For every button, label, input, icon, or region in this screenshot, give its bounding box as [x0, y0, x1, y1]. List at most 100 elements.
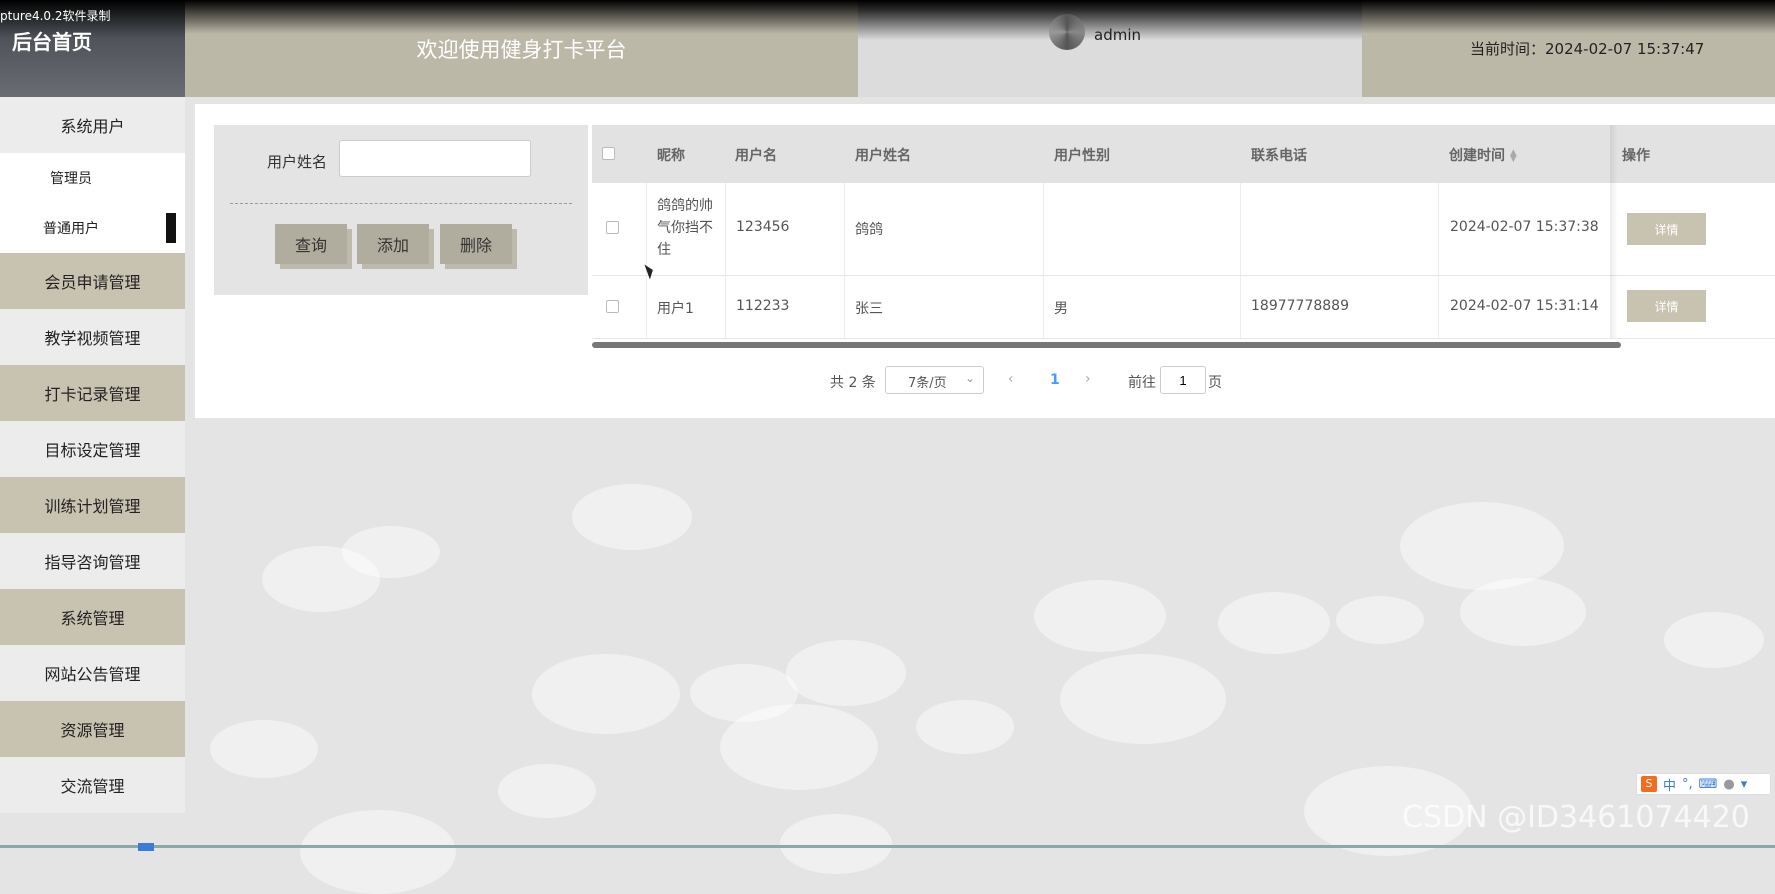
- punctuation-icon[interactable]: °,: [1682, 777, 1693, 792]
- sidebar-item-admin[interactable]: 管理员: [0, 153, 185, 203]
- sidebar-item-label: 交流管理: [60, 777, 125, 796]
- name-search-input[interactable]: [339, 140, 531, 177]
- cell-phone: 18977778889: [1251, 298, 1349, 314]
- column-divider: [1043, 183, 1044, 338]
- row-checkbox[interactable]: [606, 221, 619, 234]
- query-button[interactable]: 查询: [275, 224, 347, 264]
- brand-title[interactable]: 后台首页: [12, 26, 92, 55]
- select-all-checkbox[interactable]: [602, 147, 615, 160]
- ime-logo-icon: S: [1641, 776, 1657, 792]
- delete-button[interactable]: 删除: [440, 224, 512, 264]
- column-header: 用户姓名: [855, 148, 911, 164]
- sidebar-item-membership[interactable]: 会员申请管理: [0, 253, 185, 309]
- sidebar-item-consulting[interactable]: 指导咨询管理: [0, 533, 185, 589]
- sidebar-item-goals[interactable]: 目标设定管理: [0, 421, 185, 477]
- goto-page-input[interactable]: [1160, 366, 1206, 394]
- next-page-icon[interactable]: ›: [1085, 371, 1091, 387]
- goto-label: 前往: [1128, 375, 1156, 391]
- sidebar-item-announcements[interactable]: 网站公告管理: [0, 645, 185, 701]
- page-number[interactable]: 1: [1050, 372, 1060, 388]
- bottom-indicator: [138, 843, 154, 851]
- sidebar-item-label: 训练计划管理: [44, 497, 141, 516]
- welcome-text: 欢迎使用健身打卡平台: [416, 37, 627, 62]
- current-time: 当前时间：2024-02-07 15:37:47: [1470, 40, 1705, 58]
- column-divider: [1240, 183, 1241, 338]
- nickname-line: 鸽鸽的帅: [657, 198, 713, 214]
- row-checkbox[interactable]: [606, 300, 619, 313]
- avatar[interactable]: [1049, 14, 1085, 50]
- table-row: 用户1 112233 张三 男 18977778889 2024-02-07 1…: [592, 276, 1775, 339]
- page-suffix: 页: [1208, 375, 1222, 391]
- sidebar-item-system[interactable]: 系统管理: [0, 589, 185, 645]
- keyboard-icon[interactable]: ⌨: [1699, 777, 1718, 792]
- pagination: 共 2 条 7条/页 ⌄ ‹ 1 › 前往 页: [0, 366, 1775, 396]
- sidebar-item-resources[interactable]: 资源管理: [0, 701, 185, 757]
- sidebar-item-label: 会员申请管理: [44, 273, 141, 292]
- column-header: 用户性别: [1054, 148, 1110, 164]
- cell-gender: 男: [1054, 301, 1068, 317]
- user-area[interactable]: admin: [858, 0, 1362, 97]
- column-header: 操作: [1622, 148, 1650, 164]
- table-row: 鸽鸽的帅 气你挡不 住 123456 鸽鸽 2024-02-07 15:37:3…: [592, 183, 1775, 276]
- user-table: 昵称 用户名 用户姓名 用户性别 联系电话 创建时间 ▲ ▼ 操作 鸽鸽的帅 气你…: [592, 125, 1775, 350]
- sidebar-item-label: 资源管理: [60, 721, 125, 740]
- ime-chinese-mode[interactable]: 中: [1663, 775, 1676, 794]
- cell-realname: 鸽鸽: [855, 222, 883, 238]
- fixed-column-shadow: [1610, 125, 1618, 338]
- page-size-value: 7条/页: [908, 376, 947, 391]
- horizontal-scrollbar[interactable]: [592, 342, 1621, 348]
- column-header: 联系电话: [1251, 148, 1307, 164]
- sidebar-item-label: 指导咨询管理: [44, 553, 141, 572]
- csdn-watermark: CSDN @ID3461074420: [1402, 800, 1750, 835]
- search-label: 用户姓名: [267, 153, 328, 171]
- column-header-label: 创建时间: [1449, 148, 1505, 164]
- table-header: 昵称 用户名 用户姓名 用户性别 联系电话 创建时间 ▲ ▼ 操作: [592, 125, 1775, 183]
- cell-created: 2024-02-07 15:37:38: [1450, 219, 1599, 235]
- sidebar-item-training-plans[interactable]: 训练计划管理: [0, 477, 185, 533]
- cell-created: 2024-02-07 15:31:14: [1450, 298, 1599, 314]
- column-divider: [725, 183, 726, 338]
- sidebar-item-label: 系统用户: [60, 117, 125, 136]
- active-marker: [166, 213, 176, 243]
- sidebar-item-system-users[interactable]: 系统用户: [0, 97, 185, 153]
- nickname-line: 气你挡不: [657, 220, 713, 236]
- welcome-banner: 欢迎使用健身打卡平台: [185, 0, 858, 97]
- prev-page-icon[interactable]: ‹: [1008, 371, 1014, 387]
- add-button[interactable]: 添加: [357, 224, 429, 264]
- column-header: 昵称: [657, 148, 685, 164]
- sidebar-item-label: 教学视频管理: [44, 329, 141, 348]
- cell-username: 123456: [736, 219, 790, 235]
- clock-panel: 当前时间：2024-02-07 15:37:47: [1362, 0, 1775, 97]
- column-divider: [1438, 183, 1439, 338]
- chevron-down-icon: ⌄: [964, 371, 975, 385]
- column-header: 用户名: [735, 148, 777, 164]
- skin-icon[interactable]: ▾: [1741, 777, 1748, 792]
- username[interactable]: admin: [1094, 26, 1141, 44]
- ime-toolbar[interactable]: S 中 °, ⌨ ● ▾: [1636, 773, 1771, 795]
- sidebar-item-normal-users[interactable]: 普通用户: [0, 203, 185, 253]
- sidebar-item-label: 目标设定管理: [44, 441, 141, 460]
- nickname-line: 住: [657, 242, 671, 258]
- detail-button[interactable]: 详情: [1627, 290, 1706, 322]
- cell-realname: 张三: [855, 301, 883, 317]
- sort-caret-icon[interactable]: ▲ ▼: [1510, 149, 1517, 164]
- sidebar-item-communication[interactable]: 交流管理: [0, 757, 185, 813]
- search-panel: 用户姓名 查询 添加 删除: [214, 125, 588, 295]
- detail-button[interactable]: 详情: [1627, 213, 1706, 245]
- sidebar-item-label: 普通用户: [43, 221, 99, 237]
- page-size-select[interactable]: 7条/页 ⌄: [885, 366, 984, 394]
- column-divider: [844, 183, 845, 338]
- total-count: 共 2 条: [830, 375, 876, 391]
- column-divider: [646, 183, 647, 338]
- sidebar-item-label: 管理员: [50, 171, 92, 187]
- sidebar-item-videos[interactable]: 教学视频管理: [0, 309, 185, 365]
- sidebar-item-label: 网站公告管理: [44, 665, 141, 684]
- column-header-created[interactable]: 创建时间 ▲ ▼: [1449, 145, 1517, 165]
- divider: [230, 203, 572, 204]
- cell-nickname: 用户1: [657, 301, 694, 317]
- user-icon[interactable]: ●: [1723, 777, 1734, 792]
- sidebar: 系统用户 管理员 普通用户 会员申请管理 教学视频管理 打卡记录管理 目标设定管…: [0, 97, 185, 813]
- cell-nickname: 鸽鸽的帅 气你挡不 住: [657, 195, 713, 261]
- sidebar-item-label: 系统管理: [60, 609, 125, 628]
- recorder-watermark: pture4.0.2软件录制: [0, 9, 111, 23]
